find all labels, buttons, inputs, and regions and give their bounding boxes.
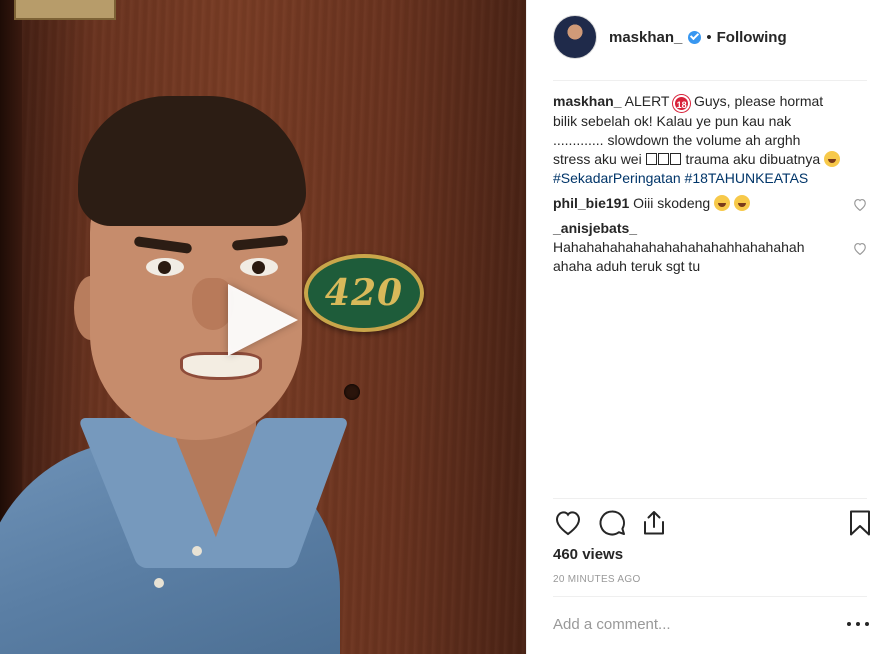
- avatar[interactable]: [553, 15, 597, 59]
- post-actions: [553, 508, 870, 542]
- caption: maskhan_ ALERT 18 Guys, please hormat bi…: [553, 92, 867, 188]
- comment-like-heart-icon[interactable]: [853, 198, 867, 211]
- comment-text: Oiii skodeng: [633, 195, 715, 211]
- add-comment-input[interactable]: [553, 612, 833, 636]
- comment-item: phil_bie191 Oiii skodeng: [553, 194, 867, 213]
- grimacing-mouth: [180, 352, 262, 380]
- missing-glyph-icon: [645, 153, 657, 165]
- hair: [78, 96, 306, 226]
- laughing-emoji-icon: [733, 195, 750, 211]
- header-separator: •: [706, 28, 712, 46]
- comment-author[interactable]: phil_bie191: [553, 195, 629, 211]
- shirt-button: [192, 546, 202, 556]
- post-media[interactable]: 420: [0, 0, 526, 654]
- comment-like-heart-icon[interactable]: [853, 242, 867, 255]
- missing-glyph-icon: [669, 153, 681, 165]
- eye-right: [240, 258, 278, 276]
- laughing-emoji-icon: [714, 195, 731, 211]
- caption-text-part: ALERT: [621, 93, 674, 109]
- laughing-emoji-icon: [824, 151, 841, 167]
- hashtag-link[interactable]: #18TAHUNKEATAS: [685, 170, 809, 186]
- shirt-button: [154, 578, 164, 588]
- more-dot: [856, 622, 860, 626]
- caption-text-part: trauma aku dibuatnya: [681, 151, 825, 167]
- following-button[interactable]: Following: [717, 29, 787, 46]
- heart-icon[interactable]: [553, 508, 583, 538]
- post-sidebar: maskhan_ • Following maskhan_ ALERT 18 G…: [526, 0, 892, 654]
- eye-left: [146, 258, 184, 276]
- comment-input-divider: [553, 596, 867, 597]
- caption-author[interactable]: maskhan_: [553, 93, 621, 109]
- missing-glyph-icon: [657, 153, 669, 165]
- comment-icon[interactable]: [597, 508, 627, 538]
- header-divider: [553, 80, 867, 81]
- comment-author[interactable]: _anisjebats_: [553, 220, 637, 236]
- comment-text: Hahahahahahahahahahahahhahahahah ahaha a…: [553, 239, 805, 274]
- more-dot: [865, 622, 869, 626]
- post-header: maskhan_ • Following: [553, 14, 867, 60]
- views-count[interactable]: 460 views: [553, 546, 623, 563]
- header-username[interactable]: maskhan_: [609, 29, 682, 46]
- hashtag-link[interactable]: #SekadarPeringatan: [553, 170, 681, 186]
- age-restriction-emoji-icon: 18: [673, 95, 691, 112]
- share-icon[interactable]: [639, 508, 669, 538]
- bookmark-icon[interactable]: [845, 508, 875, 538]
- more-options-icon[interactable]: [847, 614, 869, 634]
- comment-item: _anisjebats_ Hahahahahahahahahahahahhaha…: [553, 219, 867, 276]
- comments-section: maskhan_ ALERT 18 Guys, please hormat bi…: [553, 92, 867, 282]
- more-dot: [847, 622, 851, 626]
- verified-badge-icon: [688, 30, 702, 44]
- actions-divider: [553, 498, 867, 499]
- play-icon[interactable]: [228, 284, 298, 356]
- post-timestamp[interactable]: 20 MINUTES AGO: [553, 574, 641, 585]
